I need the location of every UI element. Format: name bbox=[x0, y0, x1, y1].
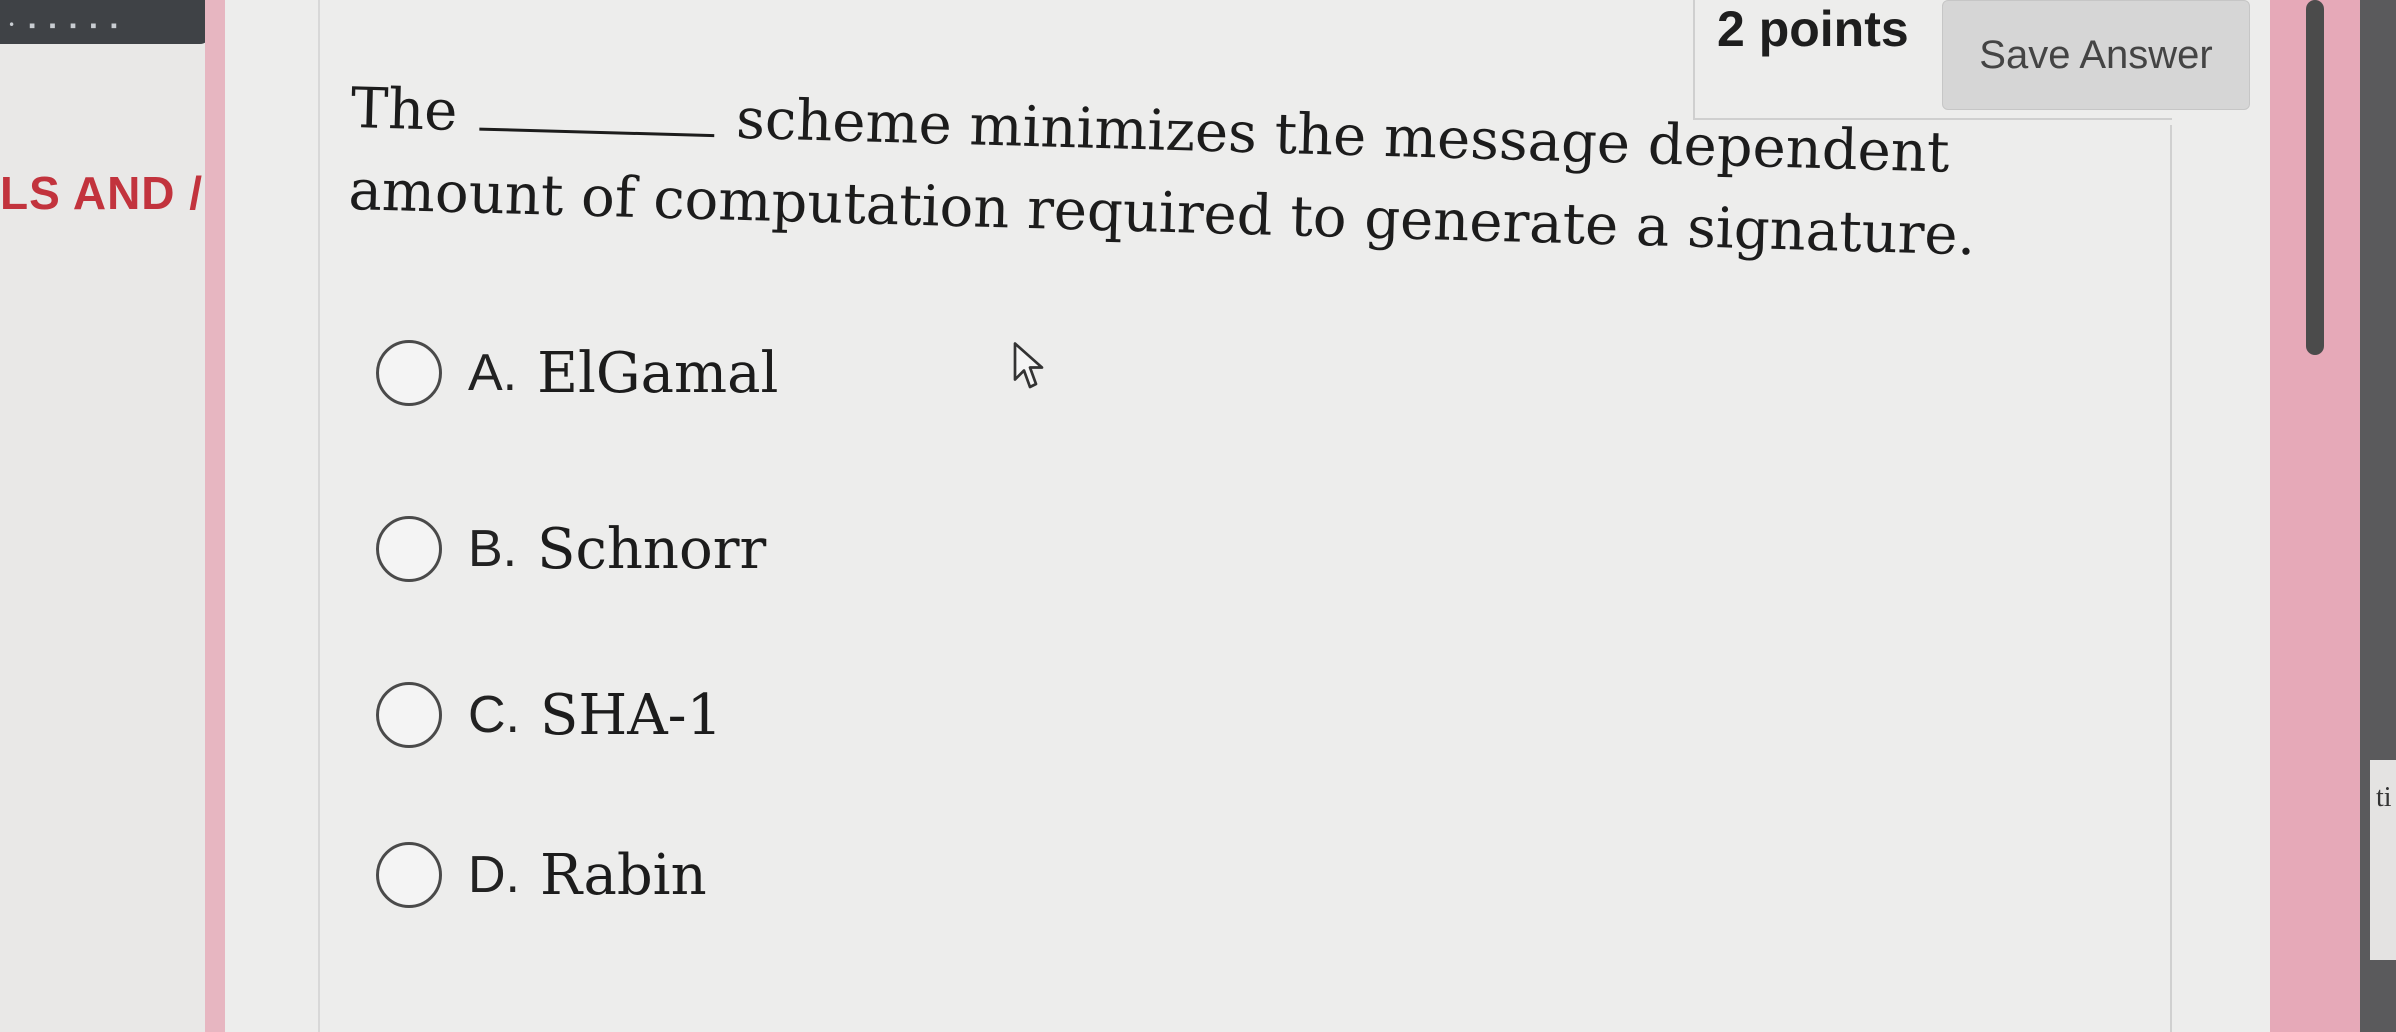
mouse-pointer-icon bbox=[1013, 342, 1044, 389]
save-answer-button[interactable]: Save Answer bbox=[1942, 0, 2250, 110]
left-panel-heading: LS AND / bbox=[0, 167, 204, 219]
option-label: Schnorr bbox=[537, 516, 767, 582]
option-letter: D. bbox=[468, 846, 520, 904]
points-label: 2 points bbox=[1717, 1, 1909, 57]
panel-divider bbox=[318, 0, 320, 1032]
radio-button-b[interactable] bbox=[376, 516, 442, 582]
radio-button-a[interactable] bbox=[376, 340, 442, 406]
option-letter: B. bbox=[468, 520, 518, 578]
question-frame-border bbox=[2170, 125, 2172, 1032]
points-box-border bbox=[1693, 0, 1695, 120]
question-text-start: The bbox=[349, 75, 459, 144]
option-label: ElGamal bbox=[537, 340, 779, 406]
option-label: SHA-1 bbox=[540, 682, 723, 748]
option-letter: A. bbox=[468, 344, 518, 402]
left-border-strip bbox=[205, 0, 225, 1032]
option-d[interactable]: D. Rabin bbox=[376, 842, 707, 908]
option-c[interactable]: C. SHA-1 bbox=[376, 682, 722, 748]
radio-button-d[interactable] bbox=[376, 842, 442, 908]
adjacent-window-text: ti bbox=[2376, 782, 2392, 813]
browser-toolbar-fragment: • ▪ ▪ ▪ ▪ ▪ bbox=[0, 0, 210, 44]
option-label: Rabin bbox=[540, 842, 707, 908]
option-a[interactable]: A. ElGamal bbox=[376, 340, 778, 406]
option-b[interactable]: B. Schnorr bbox=[376, 516, 766, 582]
option-letter: C. bbox=[468, 686, 520, 744]
quiz-page: • ▪ ▪ ▪ ▪ ▪ LS AND / 2 points Save Answe… bbox=[0, 0, 2396, 1032]
scrollbar-thumb[interactable] bbox=[2306, 0, 2324, 355]
radio-button-c[interactable] bbox=[376, 682, 442, 748]
answer-blank bbox=[478, 77, 716, 138]
left-panel: LS AND / bbox=[0, 44, 205, 1032]
toolbar-icons: • ▪ ▪ ▪ ▪ ▪ bbox=[8, 18, 121, 32]
